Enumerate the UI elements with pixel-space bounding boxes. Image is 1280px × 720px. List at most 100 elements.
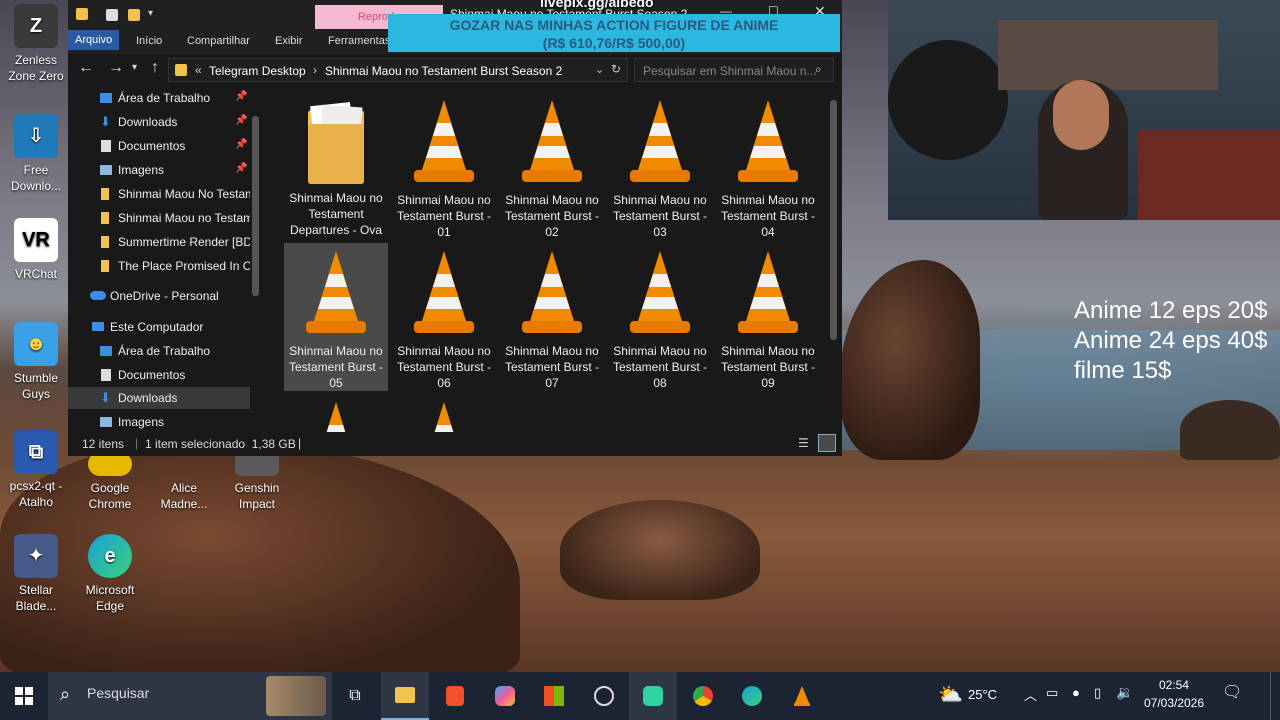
video-file-item[interactable] xyxy=(284,394,388,432)
nav-item-folder[interactable]: The Place Promised In Ou xyxy=(68,255,250,277)
tab-ferramentas[interactable]: Ferramentas xyxy=(328,35,390,47)
nav-item-area-de-trabalho[interactable]: Área de Trabalho 📌 xyxy=(68,87,250,109)
taskbar-store[interactable] xyxy=(530,672,578,720)
search-icon[interactable]: ⌕ xyxy=(815,62,822,77)
nav-item-label: Downloads xyxy=(118,391,178,405)
video-file-item[interactable]: Shinmai Maou no Testament Burst - 04 xyxy=(716,92,820,240)
pin-icon[interactable]: 📌 xyxy=(235,163,247,174)
taskbar-edge[interactable] xyxy=(728,672,776,720)
show-desktop-button[interactable] xyxy=(1270,672,1280,720)
desktop-icon-alice-madness[interactable]: Alice Madne... xyxy=(149,452,219,512)
nav-item-onedrive[interactable]: OneDrive - Personal xyxy=(68,285,250,307)
video-file-item[interactable]: Shinmai Maou no Testament Burst - 01 xyxy=(392,92,496,240)
status-bar: 12 itens | 1 item selecionado 1,38 GB | … xyxy=(68,432,842,456)
up-arrow-icon[interactable]: ↑ xyxy=(151,59,159,77)
search-input[interactable]: Pesquisar em Shinmai Maou n... ⌕ xyxy=(634,58,834,82)
taskbar-vlc[interactable] xyxy=(778,672,826,720)
video-file-item[interactable]: Shinmai Maou no Testament Burst - 05 xyxy=(284,243,388,391)
taskbar-obs[interactable] xyxy=(580,672,628,720)
nav-item-folder[interactable]: Shinmai Maou No Testam xyxy=(68,183,250,205)
pin-icon[interactable]: 📌 xyxy=(235,115,247,126)
clock[interactable]: 02:54 07/03/2026 xyxy=(1138,676,1210,712)
pin-icon[interactable]: 📌 xyxy=(235,91,247,102)
nav-scrollbar[interactable] xyxy=(252,116,259,296)
breadcrumb-separator-icon: › xyxy=(313,63,317,77)
nav-item-imagens-pinned[interactable]: Imagens 📌 xyxy=(68,159,250,181)
recent-dropdown-icon[interactable]: ▾ xyxy=(132,62,137,73)
volume-icon[interactable]: 🔉 xyxy=(1116,684,1133,701)
desktop-icon-stellar-blade[interactable]: ✦ Stellar Blade... xyxy=(1,534,71,614)
nav-item-documentos[interactable]: Documentos xyxy=(68,364,250,386)
desktop-icon-microsoft-edge[interactable]: e Microsoft Edge xyxy=(75,534,145,614)
webcam-feed xyxy=(888,0,1280,220)
save-qat-icon[interactable] xyxy=(106,9,118,21)
tab-arquivo[interactable]: Arquivo xyxy=(68,30,120,50)
nav-item-este-computador[interactable]: Este Computador xyxy=(68,316,250,338)
video-file-item[interactable]: Shinmai Maou no Testament Burst - 06 xyxy=(392,243,496,391)
nav-item-label: Shinmai Maou no Testam xyxy=(118,211,250,225)
taskbar-app[interactable] xyxy=(629,672,677,720)
tab-exibir[interactable]: Exibir xyxy=(275,35,303,47)
large-icons-view-icon[interactable] xyxy=(818,434,836,452)
task-view-button[interactable]: ⧉ xyxy=(331,672,379,720)
vlc-file-icon xyxy=(738,100,798,182)
desktop-icon-free-download[interactable]: ⇩ Free Downlo... xyxy=(1,114,71,194)
nav-item-folder[interactable]: Shinmai Maou no Testam xyxy=(68,207,250,229)
desktop-icon-pcsx2[interactable]: ⧉ pcsx2-qt - Atalho xyxy=(1,430,71,510)
forward-arrow-icon[interactable]: → xyxy=(108,59,124,77)
nav-item-downloads-pinned[interactable]: ⬇ Downloads 📌 xyxy=(68,111,250,133)
desktop-icon xyxy=(100,346,112,356)
folder-icon xyxy=(308,102,364,184)
address-dropdown-icon[interactable]: ⌄ xyxy=(595,63,604,76)
taskbar-search[interactable]: ⌕ Pesquisar xyxy=(48,672,332,720)
microphone-icon[interactable]: ● xyxy=(1072,685,1080,700)
refresh-icon[interactable]: ↻ xyxy=(611,62,621,76)
desktop-icon-genshin-impact[interactable]: Genshin Impact xyxy=(222,452,292,512)
qat-dropdown-icon[interactable]: ▾ xyxy=(148,8,153,19)
notifications-icon[interactable]: 🗨 xyxy=(1222,682,1242,702)
breadcrumb-overflow[interactable]: « xyxy=(195,63,202,77)
video-file-item[interactable] xyxy=(392,394,496,432)
desktop-icon-zenless[interactable]: Z Zenless Zone Zero xyxy=(1,4,71,84)
taskbar-copilot[interactable] xyxy=(481,672,529,720)
details-view-icon[interactable]: ☰ xyxy=(798,436,809,450)
video-file-item[interactable]: Shinmai Maou no Testament Burst - 09 xyxy=(716,243,820,391)
folder-icon xyxy=(395,687,415,703)
file-explorer-window: ▾ — ☐ ✕ Arquivo Início Compartilhar Exib… xyxy=(68,0,842,456)
content-scrollbar[interactable] xyxy=(830,100,837,340)
pin-icon[interactable]: 📌 xyxy=(235,139,247,150)
desktop-icon-label: Zenless Zone Zero xyxy=(8,53,64,83)
desktop-icon-vrchat[interactable]: VR VRChat xyxy=(1,218,71,282)
desktop-icon-label: pcsx2-qt - Atalho xyxy=(9,479,63,509)
battery-icon[interactable]: ▯ xyxy=(1094,685,1101,701)
nav-item-documentos-pinned[interactable]: Documentos 📌 xyxy=(68,135,250,157)
tab-inicio[interactable]: Início xyxy=(136,35,162,47)
price-item: filme 15$ xyxy=(1074,357,1172,384)
nav-item-area-de-trabalho[interactable]: Área de Trabalho xyxy=(68,340,250,362)
video-file-item[interactable]: Shinmai Maou no Testament Burst - 03 xyxy=(608,92,712,240)
address-bar[interactable]: « Telegram Desktop › Shinmai Maou no Tes… xyxy=(168,58,628,82)
folder-qat-icon[interactable] xyxy=(128,9,140,21)
video-file-item[interactable]: Shinmai Maou no Testament Burst - 07 xyxy=(500,243,604,391)
taskbar-chrome[interactable] xyxy=(679,672,727,720)
image-icon xyxy=(100,417,112,427)
network-icon[interactable]: ▭ xyxy=(1046,685,1058,701)
desktop-icon-stumble-guys[interactable]: ☻ Stumble Guys xyxy=(1,322,71,402)
video-file-item[interactable]: Shinmai Maou no Testament Burst - 02 xyxy=(500,92,604,240)
start-button[interactable] xyxy=(0,672,48,720)
folder-item[interactable]: Shinmai Maou no Testament Departures - O… xyxy=(284,92,388,240)
show-hidden-icons-chevron-icon[interactable]: ︿ xyxy=(1024,685,1037,704)
taskbar-file-explorer[interactable] xyxy=(381,672,429,720)
breadcrumb-telegram-desktop[interactable]: Telegram Desktop xyxy=(209,64,306,78)
desktop-icon-google-chrome[interactable]: Google Chrome xyxy=(75,452,145,512)
weather-partly-cloudy-icon: ⛅ xyxy=(938,684,963,706)
nav-item-downloads[interactable]: ⬇ Downloads xyxy=(68,387,250,409)
weather-widget[interactable]: ⛅ 25°C xyxy=(936,680,1006,712)
breadcrumb-current-folder[interactable]: Shinmai Maou no Testament Burst Season 2 xyxy=(325,64,562,78)
taskbar-brave[interactable] xyxy=(431,672,479,720)
nav-item-folder[interactable]: Summertime Render [BD xyxy=(68,231,250,253)
back-arrow-icon[interactable]: ← xyxy=(78,59,94,77)
nav-item-imagens[interactable]: Imagens xyxy=(68,411,250,433)
video-file-item[interactable]: Shinmai Maou no Testament Burst - 08 xyxy=(608,243,712,391)
tab-compartilhar[interactable]: Compartilhar xyxy=(187,35,250,47)
